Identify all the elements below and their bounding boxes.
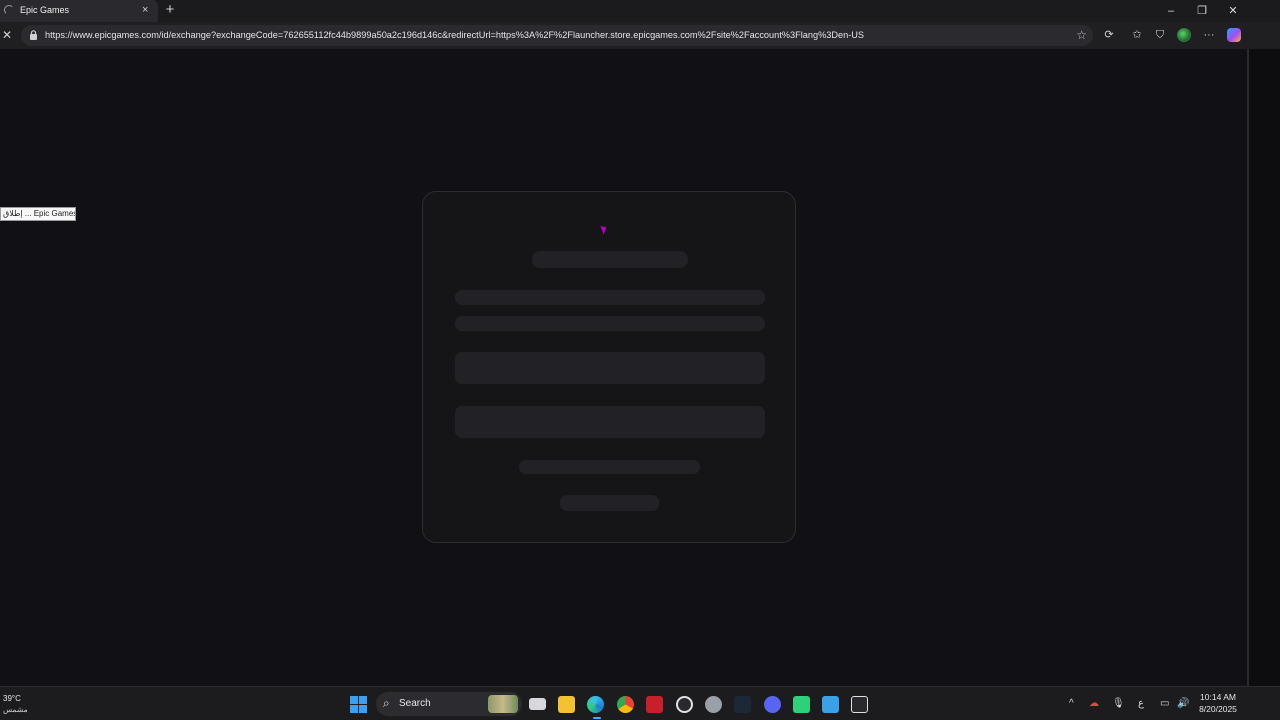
tooltip: إطلاق ... Epic Games bbox=[0, 207, 76, 221]
epic-games-icon[interactable] bbox=[851, 696, 868, 713]
skeleton-line bbox=[455, 316, 765, 331]
windows-start-icon[interactable] bbox=[350, 696, 367, 713]
window-close-button[interactable]: ✕ bbox=[1224, 3, 1242, 19]
new-tab-button[interactable]: + bbox=[163, 2, 177, 18]
tab-title: Epic Games bbox=[20, 5, 70, 15]
taskbar-search[interactable]: ⌕ Search bbox=[376, 692, 522, 716]
loading-spinner-icon bbox=[4, 5, 14, 15]
lock-icon bbox=[30, 30, 37, 40]
file-explorer-icon[interactable] bbox=[558, 696, 575, 713]
microphone-icon[interactable]: 🎙 bbox=[1112, 697, 1125, 711]
app-green-icon[interactable] bbox=[793, 696, 810, 713]
scrollbar[interactable] bbox=[1247, 49, 1280, 686]
tray-cloud-icon[interactable]: ☁ bbox=[1089, 697, 1099, 711]
tab-epic-games[interactable]: Epic Games × bbox=[0, 0, 158, 22]
edge-browser-icon[interactable] bbox=[587, 696, 604, 713]
task-view-icon[interactable] bbox=[529, 698, 546, 710]
weather-temperature[interactable]: 39°C bbox=[3, 694, 21, 703]
copilot-icon[interactable] bbox=[1227, 28, 1241, 42]
clock-time[interactable]: 10:14 AM bbox=[1196, 692, 1240, 702]
weather-description[interactable]: مشمس bbox=[3, 705, 28, 714]
skeleton-line bbox=[455, 290, 765, 305]
restore-button[interactable]: ❐ bbox=[1193, 3, 1211, 19]
navigation-bar: ✕ https://www.epicgames.com/id/exchange?… bbox=[0, 22, 1280, 49]
chrome-icon[interactable] bbox=[617, 696, 634, 713]
taskbar: 39°C مشمس ⌕ Search ^ ☁ 🎙 ع ▭ 🔊 10:14 AM … bbox=[0, 686, 1280, 720]
favorites-icon[interactable]: ✩ bbox=[1130, 28, 1144, 42]
volume-icon[interactable]: 🔊 bbox=[1177, 697, 1189, 711]
skeleton-button bbox=[455, 406, 765, 438]
skeleton-input bbox=[455, 352, 765, 384]
title-bar: Epic Games × + – ❐ ✕ bbox=[0, 0, 1280, 22]
input-language[interactable]: ع bbox=[1138, 697, 1144, 711]
steam-icon[interactable] bbox=[734, 696, 751, 713]
address-bar[interactable]: https://www.epicgames.com/id/exchange?ex… bbox=[21, 25, 1093, 46]
app-blue-icon[interactable] bbox=[822, 696, 839, 713]
search-label: Search bbox=[399, 698, 431, 709]
skeleton-link bbox=[519, 460, 700, 474]
tray-overflow-button[interactable]: ^ bbox=[1069, 697, 1074, 711]
skeleton-footer bbox=[560, 495, 659, 511]
network-icon[interactable]: ▭ bbox=[1160, 697, 1169, 711]
loading-card bbox=[422, 191, 796, 543]
stop-loading-button[interactable]: ✕ bbox=[1, 28, 13, 42]
skeleton-title bbox=[532, 251, 688, 268]
app-red-icon[interactable] bbox=[646, 696, 663, 713]
steelseries-icon[interactable] bbox=[676, 696, 693, 713]
extensions-icon[interactable]: ⟳ bbox=[1102, 28, 1116, 42]
profile-icon[interactable] bbox=[1177, 28, 1191, 42]
shield-icon[interactable]: ⛉ bbox=[1153, 28, 1167, 42]
settings-gear-icon[interactable] bbox=[705, 696, 722, 713]
search-highlight-image bbox=[488, 695, 518, 713]
more-icon[interactable]: ··· bbox=[1202, 28, 1216, 42]
search-icon: ⌕ bbox=[383, 696, 390, 710]
tab-close-button[interactable]: × bbox=[142, 4, 148, 16]
clock-date[interactable]: 8/20/2025 bbox=[1196, 704, 1240, 714]
star-icon[interactable]: ☆ bbox=[1076, 28, 1087, 42]
url-text[interactable]: https://www.epicgames.com/id/exchange?ex… bbox=[45, 30, 864, 40]
minimize-button[interactable]: – bbox=[1162, 3, 1180, 19]
discord-icon[interactable] bbox=[764, 696, 781, 713]
